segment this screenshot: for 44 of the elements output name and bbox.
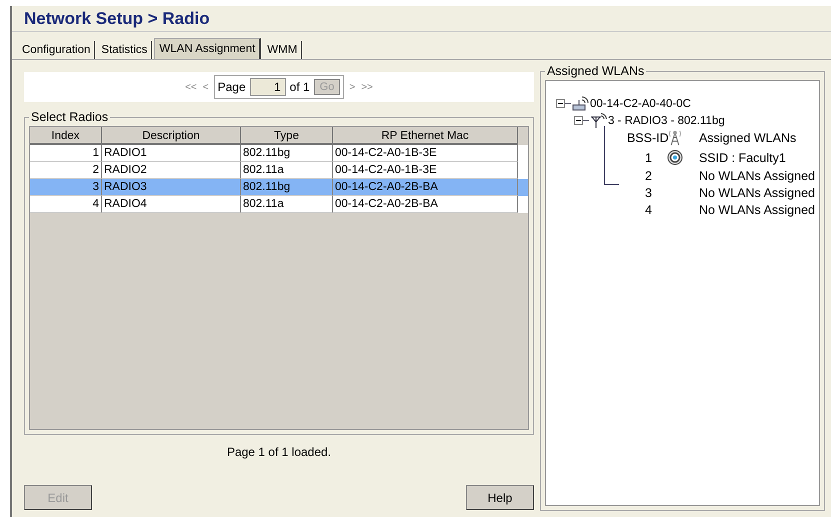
table-row[interactable]: 4 RADIO4 802.11a 00-14-C2-A0-2B-BA	[30, 196, 528, 213]
page-label: Page	[218, 80, 246, 94]
group-title: Assigned WLANs	[546, 64, 646, 78]
first-page-link[interactable]: <<	[184, 82, 198, 92]
table-row[interactable]: 2 RADIO2 802.11a 00-14-C2-A0-1B-3E	[30, 162, 528, 179]
wlan-text: No WLANs Assigned	[698, 186, 815, 200]
target-icon	[666, 149, 683, 166]
column-header[interactable]: RP Ethernet Mac	[333, 127, 518, 145]
wlan-text: No WLANs Assigned	[698, 169, 815, 183]
table-row[interactable]: 1 RADIO1 802.11bg 00-14-C2-A0-1B-3E	[30, 145, 528, 162]
column-header: Assigned WLANs	[698, 130, 798, 144]
access-point-icon	[570, 96, 589, 112]
tab[interactable]: WLAN Assignment	[154, 38, 262, 59]
help-button[interactable]: Help	[466, 485, 534, 510]
bss-id-text: 3	[644, 186, 653, 200]
column-header[interactable]: Index	[30, 127, 102, 145]
table-cell: RADIO4	[102, 196, 241, 213]
table-cell: 802.11a	[241, 196, 333, 213]
tree-node[interactable]: 3 - RADIO3 - 802.11bg	[608, 114, 725, 126]
bss-id-text: 4	[644, 203, 653, 217]
table-row[interactable]: 3 RADIO3 802.11bg 00-14-C2-A0-2B-BA	[30, 179, 528, 196]
column-header: BSS-ID	[626, 130, 667, 144]
column-header[interactable]: Type	[241, 127, 333, 145]
wlan-text: SSID : Faculty1	[698, 150, 787, 164]
table-cell: 00-14-C2-A0-2B-BA	[333, 196, 518, 213]
column-header[interactable]: Description	[102, 127, 241, 145]
table-cell: 4	[30, 196, 102, 213]
previous-page-link[interactable]: <	[202, 82, 210, 92]
page-field[interactable]: 1	[250, 78, 286, 96]
collapse-icon[interactable]	[574, 116, 583, 125]
tower-icon	[666, 129, 683, 146]
page-count: of 1	[290, 80, 310, 94]
bss-id-text: 1	[644, 150, 653, 164]
collapse-icon[interactable]	[556, 99, 565, 108]
page-title: Network Setup > Radio	[24, 9, 210, 28]
group-title: Select Radios	[30, 110, 110, 124]
tree-node[interactable]: 00-14-C2-A0-40-0C	[590, 98, 691, 110]
last-page-link[interactable]: >>	[360, 82, 374, 92]
tree-connector-line	[604, 126, 619, 185]
next-page-link[interactable]: >	[348, 82, 356, 92]
antenna-icon	[588, 112, 607, 128]
wlan-text: No WLANs Assigned	[698, 203, 815, 217]
bss-id-text: 2	[644, 169, 653, 183]
status-text: Page 1 of 1 loaded.	[226, 445, 332, 459]
